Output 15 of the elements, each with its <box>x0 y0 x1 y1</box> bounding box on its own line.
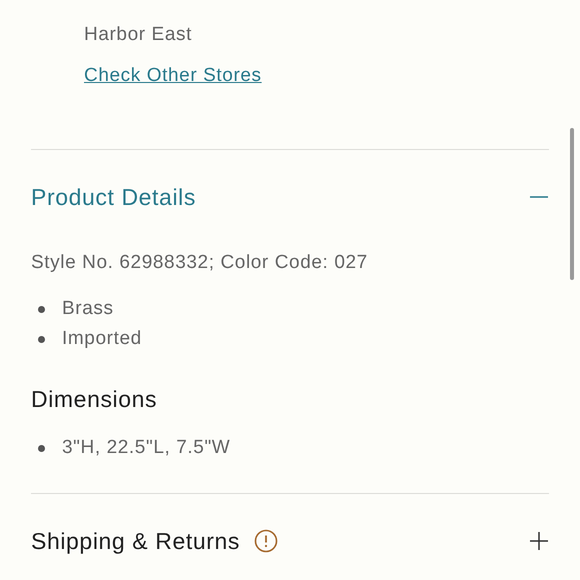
alert-icon[interactable] <box>254 529 278 553</box>
check-stores-link[interactable]: Check Other Stores <box>84 65 262 87</box>
bullet-icon <box>38 444 45 452</box>
scrollbar[interactable] <box>570 128 574 280</box>
expand-icon[interactable] <box>529 531 549 551</box>
subsection-title: Dimensions <box>31 386 158 413</box>
bullet-icon <box>38 336 45 342</box>
store-name: Harbor East <box>84 24 192 46</box>
section-title[interactable]: Product Details <box>31 184 196 210</box>
detail-item: Imported <box>62 328 142 350</box>
section-title[interactable]: Shipping & Returns <box>31 528 240 554</box>
style-number: Style No. 62988332; Color Code: 027 <box>31 252 368 274</box>
detail-item: 3"H, 22.5"L, 7.5"W <box>62 437 230 459</box>
bullet-icon <box>38 306 45 312</box>
detail-item: Brass <box>62 298 114 320</box>
